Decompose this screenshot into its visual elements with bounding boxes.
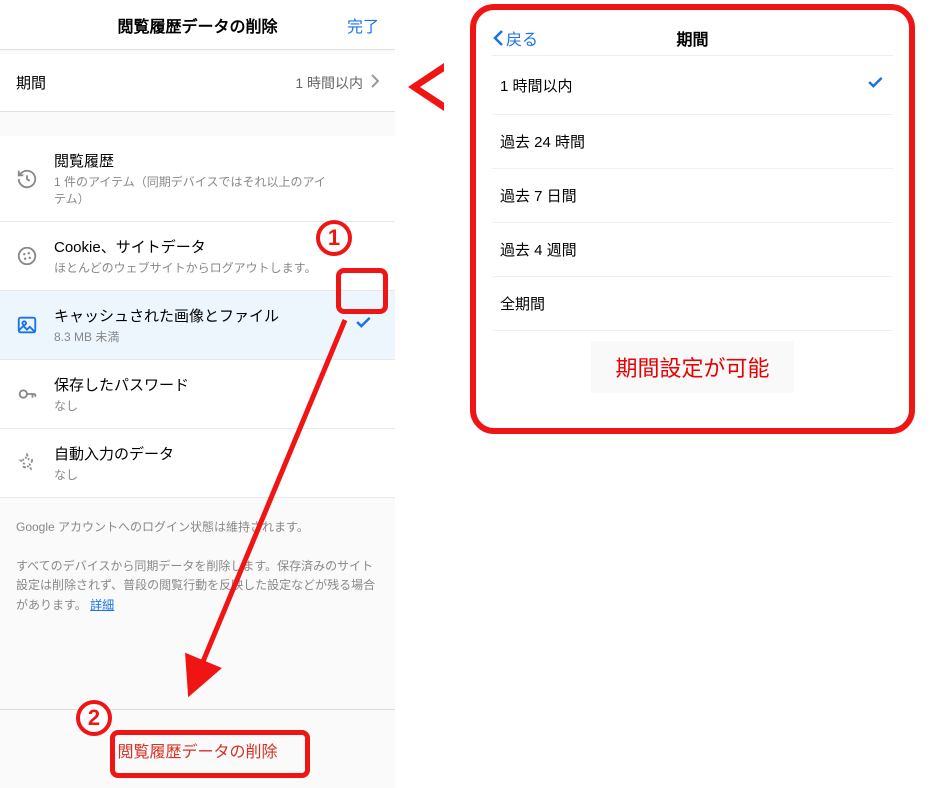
check-icon <box>353 312 379 338</box>
item-title: キャッシュされた画像とファイル <box>54 305 337 326</box>
period-label: 期間 <box>16 72 46 93</box>
back-button[interactable]: 戻る <box>492 26 538 50</box>
option-7days[interactable]: 過去 7 日間 <box>492 169 893 223</box>
option-4weeks[interactable]: 過去 4 週間 <box>492 223 893 277</box>
item-title: Cookie、サイトデータ <box>54 236 337 257</box>
period-value: 1 時間以内 <box>295 73 363 93</box>
option-label: 全期間 <box>500 293 545 314</box>
item-passwords[interactable]: 保存したパスワード なし <box>0 360 395 429</box>
item-sub: ほとんどのウェブサイトからログアウトします。 <box>54 259 337 276</box>
autofill-icon <box>16 452 38 474</box>
item-browsing-history[interactable]: 閲覧履歴 1 件のアイテム（同期デバイスではそれ以上のアイテム） <box>0 136 395 222</box>
image-icon <box>16 314 38 336</box>
option-alltime[interactable]: 全期間 <box>492 277 893 331</box>
period-value-wrap: 1 時間以内 <box>295 73 379 93</box>
clear-data-screen: 閲覧履歴データの削除 完了 期間 1 時間以内 閲覧履歴 1 件のアイテム（同期… <box>0 0 395 788</box>
header-title: 閲覧履歴データの削除 <box>117 13 277 37</box>
chevron-right-icon <box>371 74 379 91</box>
item-sub: 1 件のアイテム（同期デバイスではそれ以上のアイテム） <box>54 173 337 207</box>
done-button[interactable]: 完了 <box>347 13 379 37</box>
detail-link[interactable]: 詳細 <box>90 598 114 612</box>
footer-note-1: Google アカウントへのログイン状態は維持されます。 <box>0 518 395 537</box>
check-icon <box>865 72 885 98</box>
option-label: 1 時間以内 <box>500 75 573 96</box>
item-sub: なし <box>54 466 337 483</box>
chevron-left-icon <box>492 29 504 47</box>
history-icon <box>16 168 38 190</box>
key-icon <box>16 383 38 405</box>
callout-pointer-fill <box>420 70 446 104</box>
option-1hour[interactable]: 1 時間以内 <box>492 56 893 115</box>
back-label: 戻る <box>506 26 538 50</box>
period-header: 戻る 期間 <box>492 20 893 56</box>
callout-caption: 期間設定が可能 <box>591 341 793 393</box>
option-label: 過去 24 時間 <box>500 131 585 152</box>
option-label: 過去 7 日間 <box>500 185 577 206</box>
annotation-badge-2: 2 <box>76 700 112 736</box>
item-autofill[interactable]: 自動入力のデータ なし <box>0 429 395 498</box>
period-title: 期間 <box>492 26 893 50</box>
footer-note-2: すべてのデバイスから同期データを削除します。保存済みのサイト設定は削除されず、普… <box>0 557 395 615</box>
item-title: 自動入力のデータ <box>54 443 337 464</box>
option-24hours[interactable]: 過去 24 時間 <box>492 115 893 169</box>
cookie-icon <box>16 245 38 267</box>
item-title: 閲覧履歴 <box>54 150 337 171</box>
annotation-box-2 <box>110 730 310 778</box>
item-title: 保存したパスワード <box>54 374 337 395</box>
modal-header: 閲覧履歴データの削除 完了 <box>0 0 395 50</box>
callout-caption-wrap: 期間設定が可能 <box>492 341 893 393</box>
annotation-box-1 <box>336 268 388 314</box>
period-row[interactable]: 期間 1 時間以内 <box>0 54 395 112</box>
annotation-badge-1: 1 <box>316 220 352 256</box>
item-sub: なし <box>54 397 337 414</box>
item-sub: 8.3 MB 未満 <box>54 328 337 345</box>
period-callout-panel: 戻る 期間 1 時間以内 過去 24 時間 過去 7 日間 過去 4 週間 全期… <box>470 4 915 434</box>
option-label: 過去 4 週間 <box>500 239 577 260</box>
